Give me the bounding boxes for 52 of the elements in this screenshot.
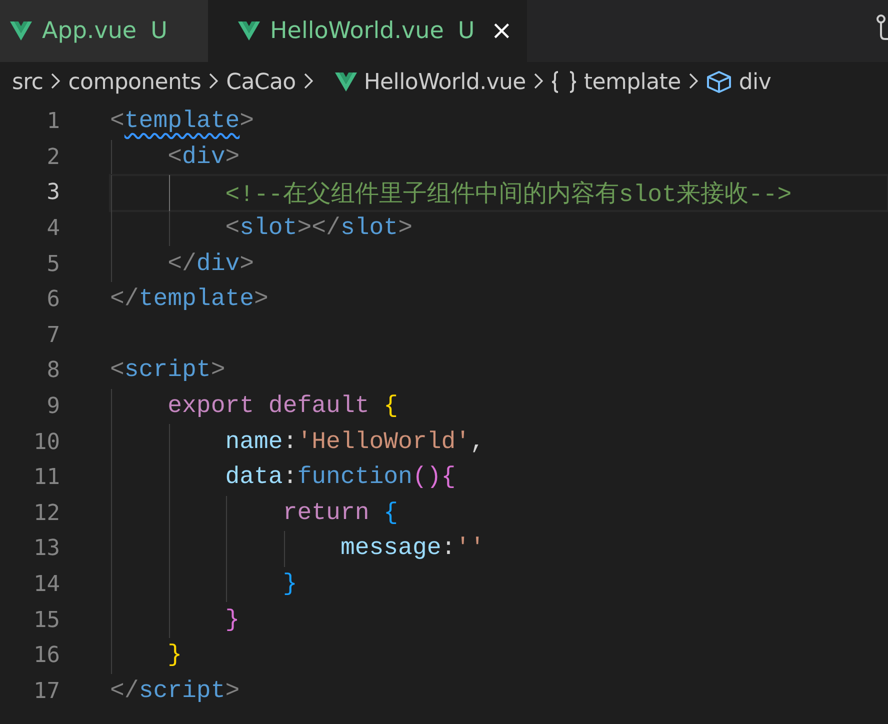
- editor-tab[interactable]: HelloWorld.vue U ×: [208, 0, 526, 62]
- line-number: 2: [46, 144, 60, 170]
- code-line: <slot></slot>: [224, 215, 412, 242]
- breadcrumb-item[interactable]: HelloWorld.vue: [364, 70, 526, 94]
- code-line: </template>: [110, 286, 268, 314]
- chevron-icon: [209, 72, 218, 88]
- code-line: }: [282, 571, 298, 598]
- breadcrumb-item[interactable]: template: [584, 70, 681, 94]
- line-number: 16: [32, 643, 60, 668]
- vue-icon: [10, 21, 32, 41]
- braces-icon: [550, 71, 577, 93]
- line-number: 8: [46, 358, 60, 384]
- line-number: 4: [46, 216, 60, 242]
- line-number: 3: [46, 180, 60, 206]
- close-button[interactable]: ×: [490, 16, 512, 46]
- breadcrumb-item[interactable]: CaCao: [226, 70, 296, 94]
- line-number: 15: [32, 608, 60, 633]
- code-line: message:'': [339, 535, 484, 562]
- line-number: 7: [46, 322, 60, 348]
- code-line: data:function(){: [224, 464, 456, 492]
- line-number: 6: [46, 287, 60, 312]
- breadcrumb-item[interactable]: src: [12, 70, 44, 94]
- line-number: 17: [32, 678, 60, 704]
- code-line: return {: [282, 500, 398, 527]
- chevron-icon: [51, 72, 60, 88]
- code-line: </script>: [110, 678, 240, 705]
- line-number: 5: [46, 252, 60, 277]
- vue-icon: [334, 72, 357, 92]
- breadcrumb-item[interactable]: div: [738, 70, 772, 94]
- line-number: 11: [32, 465, 60, 490]
- chevron-icon: [534, 72, 543, 88]
- chevron-icon: [304, 72, 313, 88]
- line-number: 13: [32, 536, 60, 562]
- code-line: <script>: [110, 357, 226, 384]
- editor-tab[interactable]: App.vue U: [0, 0, 208, 62]
- code-line: <template>: [110, 108, 254, 136]
- breadcrumb-item[interactable]: components: [68, 70, 202, 94]
- code-line: export default {: [166, 393, 398, 420]
- line-number: 10: [32, 430, 60, 455]
- code-line: </div>: [166, 250, 254, 278]
- code-line: }: [224, 606, 240, 634]
- code-comment: <!--在父组件里子组件中间的内容有slot来接收-->: [224, 180, 792, 209]
- chevron-icon: [688, 72, 698, 88]
- cube-icon: [706, 70, 732, 94]
- line-number: 1: [46, 109, 60, 134]
- vue-icon: [238, 21, 260, 41]
- code-line: name:'HelloWorld',: [224, 428, 484, 456]
- code-line: }: [166, 642, 182, 670]
- line-number: 12: [32, 500, 60, 526]
- code-line: <div>: [166, 144, 240, 171]
- line-number: 9: [46, 394, 60, 420]
- line-number: 14: [32, 572, 60, 598]
